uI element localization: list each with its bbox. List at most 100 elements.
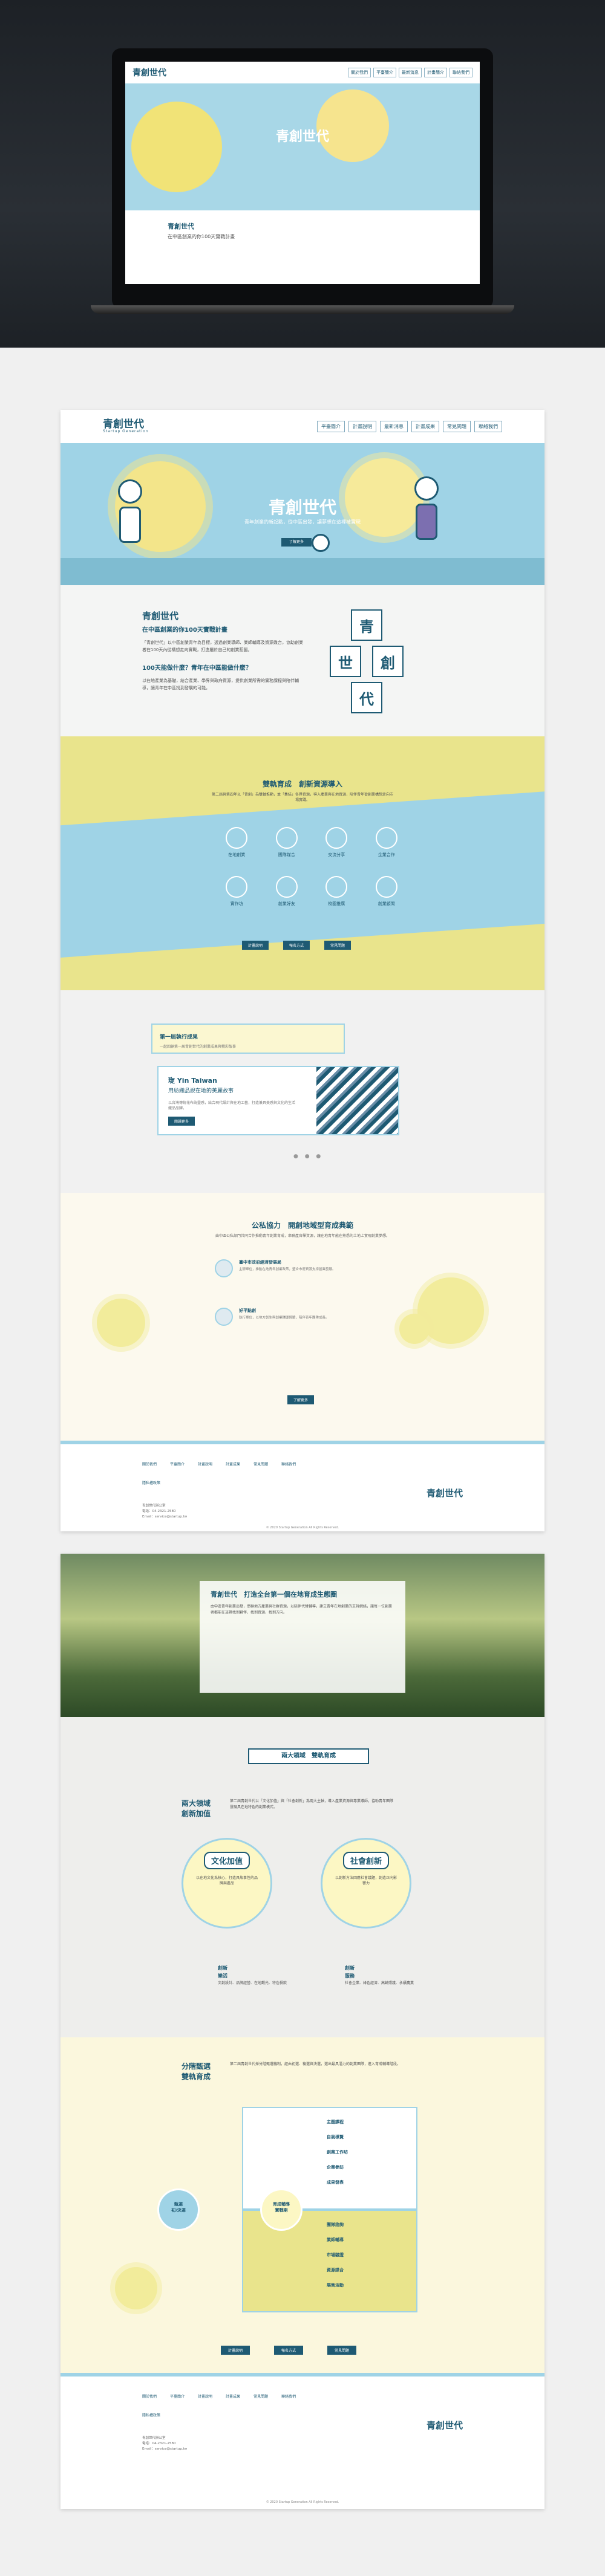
sun-illustration — [131, 102, 222, 192]
field-title: 創新 樂活 — [218, 1965, 227, 1979]
mini-menu-item[interactable]: 關於我們 — [348, 68, 371, 77]
social-bubble-title: 社會創新 — [342, 1852, 389, 1869]
footer-logo[interactable]: 青創世代 — [427, 1487, 463, 1499]
intro-title: 青創世代 — [142, 611, 179, 621]
char-cube: 青 — [351, 609, 382, 641]
footer-link[interactable]: 隱私權政策 — [142, 1480, 160, 1485]
matrix-row: 自我導覽 — [327, 2135, 344, 2140]
intro-section: 青創世代 在中區創業的你100天實戰計畫 「青創世代」以中區創業青年為目標，透過… — [60, 585, 544, 736]
mini-menu-item[interactable]: 聯絡我們 — [450, 68, 473, 77]
story-card[interactable]: 琁 Yin Taiwan 用紡織品說在地的美麗故事 以台灣傳統花布為靈感，結合現… — [157, 1066, 399, 1135]
mini-menu-item[interactable]: 計畫簡介 — [424, 68, 447, 77]
character-head-icon — [312, 534, 330, 552]
story-card-desc: 以台灣傳統花布為靈感，結合現代設計與在地工藝，打造兼具美感與文化的生活織品品牌。 — [168, 1101, 296, 1111]
two-fields-section: 兩大領域 雙軌育成 兩大領域 創新加值 第二屆青創世代以「文化加值」與「社會創新… — [60, 1717, 544, 2037]
footer-link[interactable]: 關於我們 — [142, 1461, 157, 1467]
mini-menu-item[interactable]: 平臺簡介 — [373, 68, 396, 77]
footer-contact: 青創世代辦公室 電話：04-2321-2580 Email：service@st… — [142, 1504, 188, 1519]
menu-item[interactable]: 最新消息 — [380, 421, 408, 432]
partner-item: 臺中市政府經濟發展局 主辦單位，推動在地青年創業政策，整合市府資源支持創業發展。 — [215, 1259, 366, 1277]
results-card[interactable]: 第一屆執行成果 一起回顧第一屆青創世代的創業成果與精彩故事 — [151, 1024, 345, 1054]
mini-menu-item[interactable]: 最新消息 — [399, 68, 422, 77]
menu-item[interactable]: 聯絡我們 — [474, 421, 502, 432]
hero-banner: 青創世代 青年創業的新起點，從中區出發，讓夢想在這裡被實現 了解更多 — [60, 443, 544, 585]
culture-bubble: 文化加值 以在地文化為核心，打造具故事性的品牌與產品 — [182, 1838, 272, 1929]
copyright: © 2020 Startup Generation All Rights Res… — [266, 1526, 339, 1530]
menu-item[interactable]: 計畫說明 — [348, 421, 376, 432]
site-logo[interactable]: 青創世代 Startup Generation — [103, 420, 149, 433]
resource-item[interactable]: 校園推廣 — [312, 876, 362, 907]
laptop-base — [91, 305, 514, 314]
ground-illustration — [60, 558, 544, 585]
footer-link[interactable]: 聯絡我們 — [281, 2393, 296, 2399]
selection-desc: 第二屆青創世代採分階甄選機制，經由初選、複選與決選，選出最具潛力的創業團隊，進入… — [230, 2062, 401, 2066]
textile-image — [316, 1067, 398, 1134]
laptop-showcase: 青創世代 關於我們 平臺簡介 最新消息 計畫簡介 聯絡我們 青創世代 青創世代 … — [0, 0, 605, 348]
selection-circle: 甄選 初/決選 — [157, 2188, 200, 2231]
selection-button[interactable]: 常見問題 — [327, 2346, 357, 2355]
banner-cta-button[interactable]: 了解更多 — [281, 538, 312, 547]
carousel-dots[interactable]: ● ● ● — [293, 1153, 323, 1160]
resource-item[interactable]: 企業合作 — [362, 827, 412, 858]
mini-nav: 青創世代 關於我們 平臺簡介 最新消息 計畫簡介 聯絡我們 — [125, 62, 480, 83]
chat-icon — [375, 827, 397, 849]
read-more-button[interactable]: 閱讀更多 — [168, 1117, 195, 1126]
footer-logo[interactable]: 青創世代 — [427, 2419, 463, 2432]
menu-item[interactable]: 常見問題 — [443, 421, 471, 432]
results-card-title: 第一屆執行成果 — [160, 1034, 198, 1040]
footer-link[interactable]: 平臺簡介 — [170, 2393, 185, 2399]
tree-illustration — [97, 1299, 145, 1347]
mini-intro: 青創世代 在中區創業的你100天實戰計畫 — [125, 210, 480, 251]
resource-item[interactable]: 創業顧問 — [362, 876, 412, 907]
matrix-row: 主題課程 — [327, 2120, 344, 2124]
tree-illustration — [115, 2267, 157, 2309]
hero-textbox-body: 由中區青年創業出發，串聯地方產業與社群資源，以陪伴代替輔導，建立青年在地創業的支… — [211, 1604, 393, 1615]
social-bubble: 社會創新 以創新方法回應社會議題，創造正向影響力 — [321, 1838, 411, 1929]
resource-title: 雙軌育成 創新資源導入 — [262, 780, 342, 788]
resource-button[interactable]: 報名方式 — [283, 941, 310, 950]
footer-link[interactable]: 計畫成果 — [226, 1461, 240, 1467]
selection-heading: 分階甄選 雙軌育成 — [182, 2062, 211, 2081]
footer-link[interactable]: 隱私權政策 — [142, 2412, 160, 2418]
intro-question: 100天能做什麼？青年在中區能做什麼？ — [142, 664, 252, 672]
resource-item[interactable]: 在地創業 — [212, 827, 262, 858]
heart-icon — [275, 876, 298, 898]
resource-button[interactable]: 常見問題 — [324, 941, 352, 950]
footer-link[interactable]: 聯絡我們 — [281, 1461, 296, 1467]
intro-body2: 以在地產業為基礎，結合產業、學界與政府資源，提供創業所需的實務課程與陪伴輔導，讓… — [142, 678, 299, 690]
mini-intro-title: 青創世代 — [168, 222, 194, 230]
resource-button[interactable]: 計畫說明 — [242, 941, 269, 950]
partner-name: 好平點創 — [239, 1308, 256, 1313]
resource-item[interactable]: 團隊媒合 — [262, 827, 312, 858]
menu-item[interactable]: 平臺簡介 — [317, 421, 345, 432]
footer-link[interactable]: 計畫成果 — [226, 2393, 240, 2399]
partner-name: 臺中市政府經濟發展局 — [239, 1260, 281, 1265]
footer-link[interactable]: 關於我們 — [142, 2393, 157, 2399]
selection-button[interactable]: 報名方式 — [274, 2346, 304, 2355]
menu-item[interactable]: 計畫成果 — [411, 421, 439, 432]
footer-link[interactable]: 計畫說明 — [198, 2393, 212, 2399]
footer-link[interactable]: 常見問題 — [253, 2393, 268, 2399]
matrix-row: 業師輔導 — [327, 2237, 344, 2242]
resource-section: 雙軌育成 創新資源導入 第二屆與第四年以「青創」為雙軸推動，並「集結」各界資源，… — [60, 736, 544, 990]
logo-en: Startup Generation — [103, 429, 149, 433]
resource-item[interactable]: 交流分享 — [312, 827, 362, 858]
footer-links: 關於我們 平臺簡介 計畫說明 計畫成果 常見問題 聯絡我們 隱私權政策 — [142, 1461, 324, 1485]
site-footer: 關於我們 平臺簡介 計畫說明 計畫成果 常見問題 聯絡我們 隱私權政策 青創世代… — [60, 1441, 544, 1531]
piggy-icon — [325, 827, 348, 849]
partnership-more-button[interactable]: 了解更多 — [287, 1395, 315, 1404]
char-cube: 創 — [372, 646, 404, 677]
footer-link[interactable]: 常見問題 — [253, 1461, 268, 1467]
resource-icon-grid: 在地創業 團隊媒合 交流分享 企業合作 實作坊 創業好友 校園推廣 創業顧問 — [212, 827, 411, 907]
selection-button[interactable]: 計畫說明 — [221, 2346, 250, 2355]
field-title: 創新 服務 — [345, 1965, 355, 1979]
field-item: 創新 服務 社會企業、綠色經濟、高齡照護、永續農業 — [345, 1965, 430, 1986]
resource-label: 團隊媒合 — [278, 852, 295, 857]
culture-bubble-desc: 以在地文化為核心，打造具故事性的品牌與產品 — [195, 1876, 258, 1886]
homepage-mockup: 青創世代 Startup Generation 平臺簡介 計畫說明 最新消息 計… — [60, 410, 544, 1531]
footer-link[interactable]: 計畫說明 — [198, 1461, 212, 1467]
field-desc: 文創設計、品牌經營、在地觀光、特色餐飲 — [218, 1981, 287, 1985]
resource-item[interactable]: 創業好友 — [262, 876, 312, 907]
resource-item[interactable]: 實作坊 — [212, 876, 262, 907]
footer-link[interactable]: 平臺簡介 — [170, 1461, 185, 1467]
